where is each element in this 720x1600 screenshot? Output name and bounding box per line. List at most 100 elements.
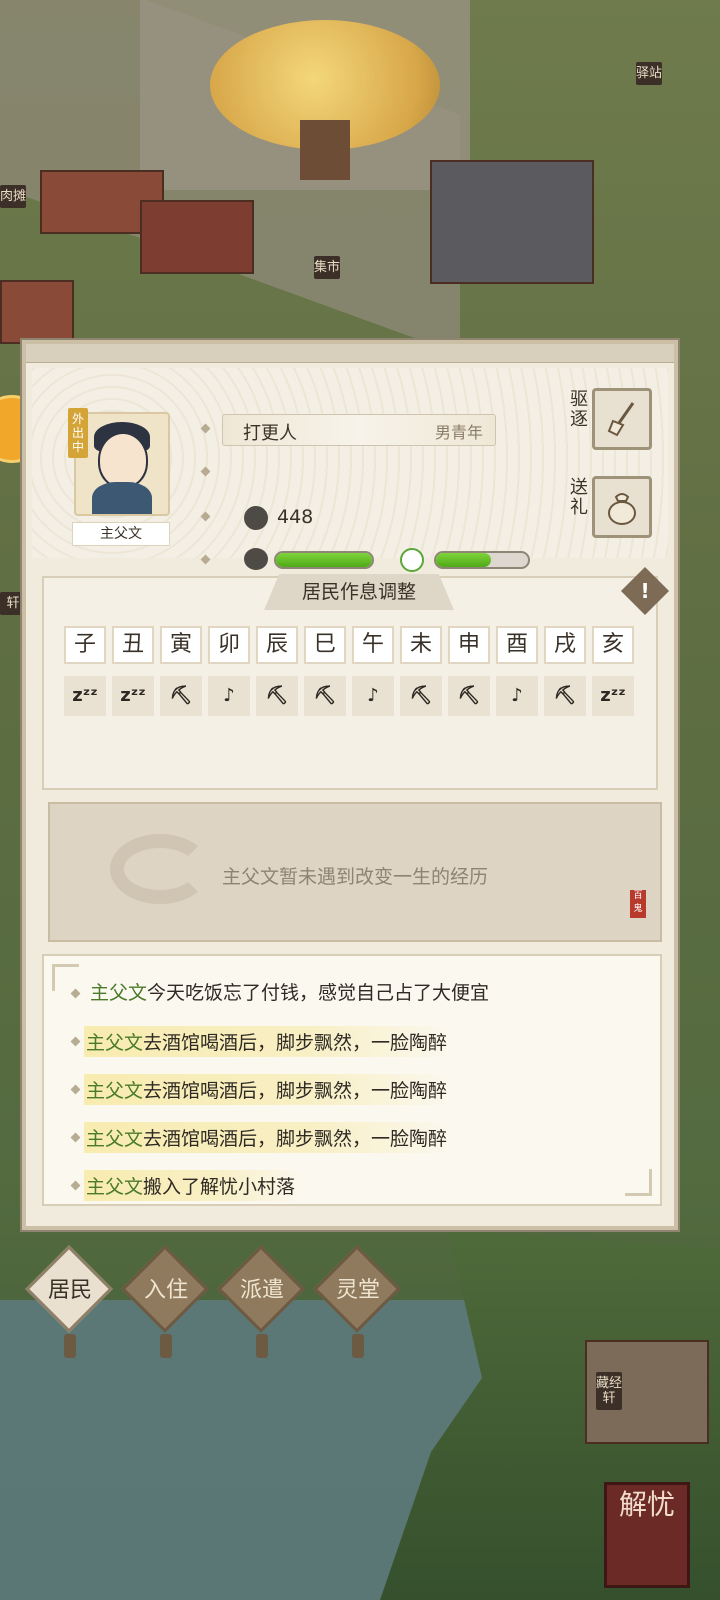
log-entry-name: 主父文 — [86, 1128, 144, 1150]
log-entry: 主父文去酒馆喝酒后，脚步飘然，一脸陶醉 — [84, 1026, 456, 1057]
money-value: 448 — [277, 506, 314, 528]
bullet-diamond-icon — [70, 1084, 81, 1095]
sleep-activity-icon[interactable]: zᶻᶻ — [592, 676, 634, 716]
hour-cell: 酉 — [496, 626, 538, 664]
work-activity-icon[interactable]: ⛏ — [256, 676, 298, 716]
avatar[interactable] — [74, 412, 170, 516]
tab-peg — [256, 1334, 268, 1358]
tab-label: 入住 — [143, 1278, 188, 1303]
tab-peg — [352, 1334, 364, 1358]
activity-row: zᶻᶻ zᶻᶻ ⛏ ♪ ⛏ ⛏ ♪ ⛏ ⛏ ♪ ⛏ zᶻᶻ — [64, 676, 644, 716]
mood-leaf-icon — [400, 548, 424, 572]
log-entry-text: 去酒馆喝酒后，脚步飘然，一脸陶醉 — [143, 1080, 448, 1102]
sleep-activity-icon[interactable]: zᶻᶻ — [112, 676, 154, 716]
log-entry: 主父文去酒馆喝酒后，脚步飘然，一脸陶醉 — [84, 1074, 456, 1105]
hour-row: 子丑寅卯辰巳午未申酉戌亥 — [64, 626, 644, 664]
hour-cell: 辰 — [256, 626, 298, 664]
map-building[interactable] — [430, 160, 594, 284]
schedule-header: 居民作息调整 — [264, 574, 454, 610]
jieyou-corner-button[interactable]: 解忧 — [604, 1482, 690, 1588]
log-entry-text: 去酒馆喝酒后，脚步飘然，一脸陶醉 — [143, 1128, 448, 1150]
tab-0[interactable]: 居民 — [25, 1245, 113, 1358]
mood-bar — [434, 551, 530, 569]
bottom-tab-bar: 居民 入住 派遣 灵堂 — [25, 1245, 430, 1360]
avatar-face — [98, 432, 148, 488]
broom-icon — [607, 402, 635, 437]
gift-bag-icon — [608, 493, 636, 525]
gift-button[interactable] — [592, 476, 652, 538]
bullet-diamond-icon — [200, 511, 211, 522]
work-activity-icon[interactable]: ⛏ — [400, 676, 442, 716]
meat-stall-sign[interactable]: 肉摊 — [0, 185, 26, 208]
tab-2[interactable]: 派遣 — [217, 1245, 305, 1358]
log-entry-text: 今天吃饭忘了付钱，感觉自己占了大便宜 — [147, 982, 490, 1004]
event-log[interactable]: 主父文今天吃饭忘了付钱，感觉自己占了大便宜 主父文去酒馆喝酒后，脚步飘然，一脸陶醉… — [42, 954, 662, 1206]
health-bar-fill — [276, 553, 372, 567]
log-entry-name: 主父文 — [86, 1080, 144, 1102]
life-experience-text: 主父文暂未遇到改变一生的经历 — [221, 866, 488, 888]
log-entry-name: 主父文 — [86, 1176, 144, 1198]
mood-bar-fill — [436, 553, 492, 567]
schedule-info-button[interactable]: ! — [620, 566, 670, 616]
work-activity-icon[interactable]: ⛏ — [160, 676, 202, 716]
tab-label: 派遣 — [239, 1278, 284, 1303]
log-corner-ornament — [625, 1169, 652, 1196]
tab-label: 居民 — [47, 1278, 92, 1303]
log-corner-ornament — [52, 964, 79, 991]
schedule-title: 居民作息调整 — [301, 581, 416, 603]
heart-icon — [244, 548, 268, 570]
work-activity-icon[interactable]: ⛏ — [448, 676, 490, 716]
resident-name: 主父文 — [72, 522, 170, 546]
life-experience-box: 主父文暂未遇到改变一生的经历 百鬼 — [48, 802, 662, 942]
hour-cell: 巳 — [304, 626, 346, 664]
work-activity-icon[interactable]: ⛏ — [304, 676, 346, 716]
log-entry: 主父文搬入了解忧小村落 — [84, 1170, 304, 1201]
resident-info-section: 外出中 主父文 打更人 男青年 448 驱逐 送礼 — [32, 368, 668, 572]
avatar-body — [92, 482, 152, 514]
sleep-activity-icon[interactable]: zᶻᶻ — [64, 676, 106, 716]
warning-icon: ! — [640, 579, 650, 603]
tab-peg — [64, 1334, 76, 1358]
market-sign[interactable]: 集市 — [314, 256, 340, 279]
hour-cell: 卯 — [208, 626, 250, 664]
log-entry-name: 主父文 — [86, 1032, 144, 1054]
occupation-label: 打更人 — [243, 423, 297, 444]
expel-button[interactable] — [592, 388, 652, 450]
hour-cell: 亥 — [592, 626, 634, 664]
log-entry: 主父文去酒馆喝酒后，脚步飘然，一脸陶醉 — [84, 1122, 456, 1153]
tab-3[interactable]: 灵堂 — [313, 1245, 401, 1358]
resident-detail-panel: 外出中 主父文 打更人 男青年 448 驱逐 送礼 居民作息调整 ! 子 丑 寅… — [22, 340, 678, 1230]
bullet-diamond-icon — [70, 1132, 81, 1143]
hour-cell: 子 — [64, 626, 106, 664]
log-entry-text: 去酒馆喝酒后，脚步飘然，一脸陶醉 — [143, 1032, 448, 1054]
work-activity-icon[interactable]: ⛏ — [544, 676, 586, 716]
panel-top-bar — [26, 344, 674, 363]
bullet-diamond-icon — [70, 1036, 81, 1047]
bullet-diamond-icon — [200, 423, 211, 434]
hour-cell: 寅 — [160, 626, 202, 664]
seal-stamp: 百鬼 — [630, 890, 646, 918]
log-entry-text: 搬入了解忧小村落 — [143, 1176, 296, 1198]
hour-cell: 午 — [352, 626, 394, 664]
expel-label: 驱逐 — [570, 389, 588, 430]
hour-cell: 申 — [448, 626, 490, 664]
tab-1[interactable]: 入住 — [121, 1245, 209, 1358]
bullet-diamond-icon — [200, 554, 211, 565]
tab-label: 灵堂 — [335, 1278, 380, 1303]
rest-activity-icon[interactable]: ♪ — [352, 676, 394, 716]
wishing-tree-trunk — [300, 120, 350, 180]
rest-activity-icon[interactable]: ♪ — [208, 676, 250, 716]
post-station-sign[interactable]: 驿站 — [636, 62, 662, 85]
hour-cell: 未 — [400, 626, 442, 664]
rest-activity-icon[interactable]: ♪ — [496, 676, 538, 716]
health-bar — [274, 551, 374, 569]
library-sign[interactable]: 藏经轩 — [596, 1372, 622, 1410]
status-badge: 外出中 — [68, 408, 88, 458]
map-building[interactable] — [140, 200, 254, 274]
log-entry: 主父文今天吃饭忘了付钱，感觉自己占了大便宜 — [90, 978, 489, 1005]
gift-label: 送礼 — [570, 477, 588, 518]
hour-cell: 丑 — [112, 626, 154, 664]
bullet-diamond-icon — [70, 1180, 81, 1191]
coin-pouch-icon — [244, 506, 268, 530]
map-building[interactable] — [0, 280, 74, 344]
